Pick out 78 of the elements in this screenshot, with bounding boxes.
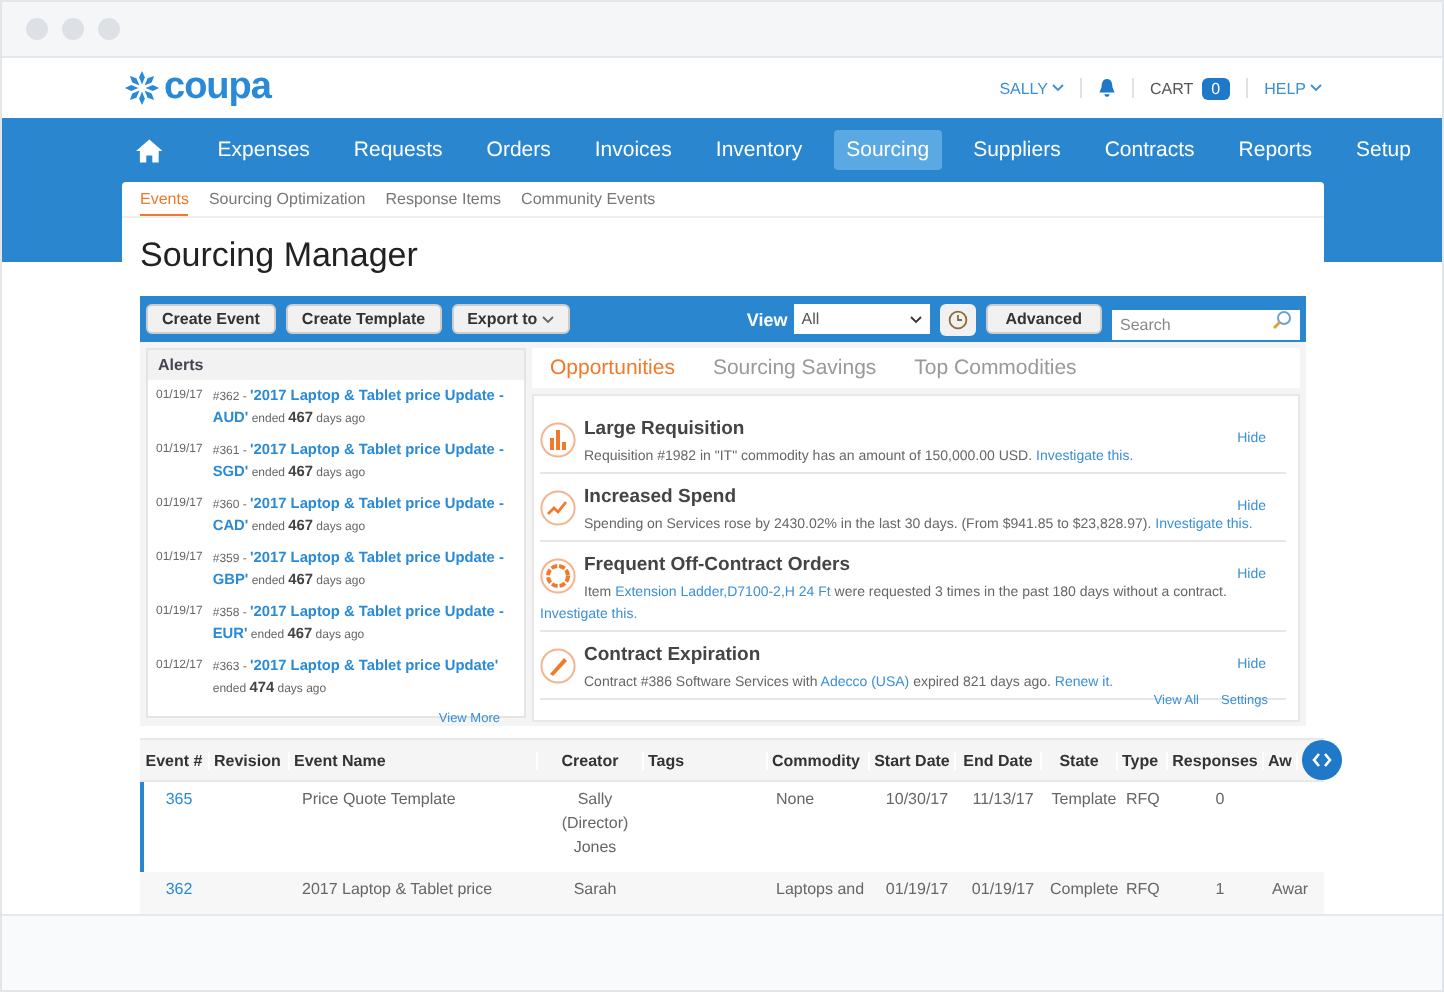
export-menu-button[interactable]: Export to [451,304,570,334]
advanced-button[interactable]: Advanced [985,304,1102,334]
column-header[interactable]: Start Date [870,751,956,769]
column-header[interactable]: Creator [538,751,644,769]
tab[interactable]: Sourcing Savings [712,356,877,380]
opportunity-title: Contract Expiration [584,644,761,666]
ring-icon [540,558,576,594]
table-cell-text: None [774,788,817,812]
nav-tab[interactable]: Sourcing [833,130,943,170]
page-title: Sourcing Manager [140,236,420,278]
table-cell-text: Laptops and [774,878,867,902]
alerts-title: Alerts [148,350,524,380]
subnav-tab[interactable]: Response Items [385,182,502,216]
table-cell-text: 1 [1213,878,1227,902]
table-cell-text: 01/19/17 [969,878,1037,902]
snowflake-logo-icon [124,70,160,106]
subnav-tab[interactable]: Events [140,182,189,216]
toolbar-button[interactable]: Create Template [285,304,442,334]
toolbar-button[interactable]: Create Event [146,304,276,334]
column-header[interactable]: Type [1118,751,1168,769]
table-cell-text: RFQ [1124,878,1162,902]
help-menu[interactable]: HELP [1264,79,1306,97]
column-header[interactable]: Event Name [290,751,538,769]
nav-tab[interactable]: Reports [1225,130,1326,170]
subnav-tab[interactable]: Community Events [521,182,656,216]
tab[interactable]: Top Commodities [914,356,1077,380]
nav-tab[interactable]: Invoices [581,130,685,170]
event-link[interactable]: 362 [144,878,214,902]
table-cell-text: 11/13/17 [970,788,1036,812]
column-header[interactable]: Tags [644,751,768,769]
opportunity-title: Large Requisition [584,418,745,440]
search-icon[interactable] [1272,309,1292,329]
table-cell-text: 01/19/17 [883,878,951,902]
view-select[interactable]: All [793,304,930,334]
table-row[interactable]: 362 2017 Laptop & Tablet price Sarah Laptops and 01/19/17 01/19/17 Complete RFQ 1 Awar [140,872,1324,914]
table-cell-text: Template [1049,788,1119,812]
table-cell-text: Sarah [571,878,619,902]
column-header[interactable]: Revision [210,751,290,769]
nav-tab[interactable]: Expenses [204,130,323,170]
table-cell-text: Complete [1048,878,1121,902]
pen-icon [540,648,576,684]
table-cell-text: 2017 Laptop & Tablet price [300,878,495,902]
home-icon[interactable] [136,137,163,163]
nav-tab[interactable]: Inventory [702,130,816,170]
clock-button[interactable] [939,303,976,335]
nav-tab[interactable]: Setup [1343,130,1424,170]
user-menu[interactable]: SALLY [999,79,1048,97]
cart-count-badge: 0 [1201,77,1231,99]
expand-toggle-button[interactable] [1302,740,1342,780]
table-cell-text: Price Quote Template [300,788,458,812]
event-link[interactable]: 365 [144,788,214,812]
subnav-tab[interactable]: Sourcing Optimization [208,182,366,216]
column-header[interactable]: State [1042,751,1118,769]
column-header[interactable]: Commodity [768,751,870,769]
code-brackets-icon[interactable] [1312,752,1332,768]
nav-tab[interactable]: Orders [473,130,564,170]
clock-icon[interactable] [947,309,968,329]
nav-tab[interactable]: Requests [340,130,456,170]
column-header[interactable]: Aw [1264,751,1298,769]
search-field[interactable]: Search [1112,310,1300,340]
cart-label[interactable]: CART [1150,79,1194,97]
bell-icon[interactable] [1098,78,1116,98]
bar-chart-icon [540,422,576,458]
table-cell-text: 0 [1213,788,1227,812]
chevron-down-icon[interactable] [909,315,922,323]
tab[interactable]: Opportunities [550,356,675,380]
column-header[interactable]: Event # [140,751,210,769]
nav-tab[interactable]: Suppliers [960,130,1074,170]
opportunity-title: Increased Spend [584,486,737,508]
logo[interactable]: coupa [164,66,271,110]
table-cell-text: 10/30/17 [883,788,951,812]
opportunity-title: Frequent Off-Contract Orders [584,554,851,576]
column-header[interactable]: End Date [956,751,1042,769]
table-cell-text: RFQ [1124,788,1162,812]
column-header[interactable]: Responses [1168,751,1264,769]
view-label: View [746,309,788,329]
table-cell-text: Sally (Director) Jones [559,788,631,860]
nav-tab[interactable]: Contracts [1091,130,1208,170]
